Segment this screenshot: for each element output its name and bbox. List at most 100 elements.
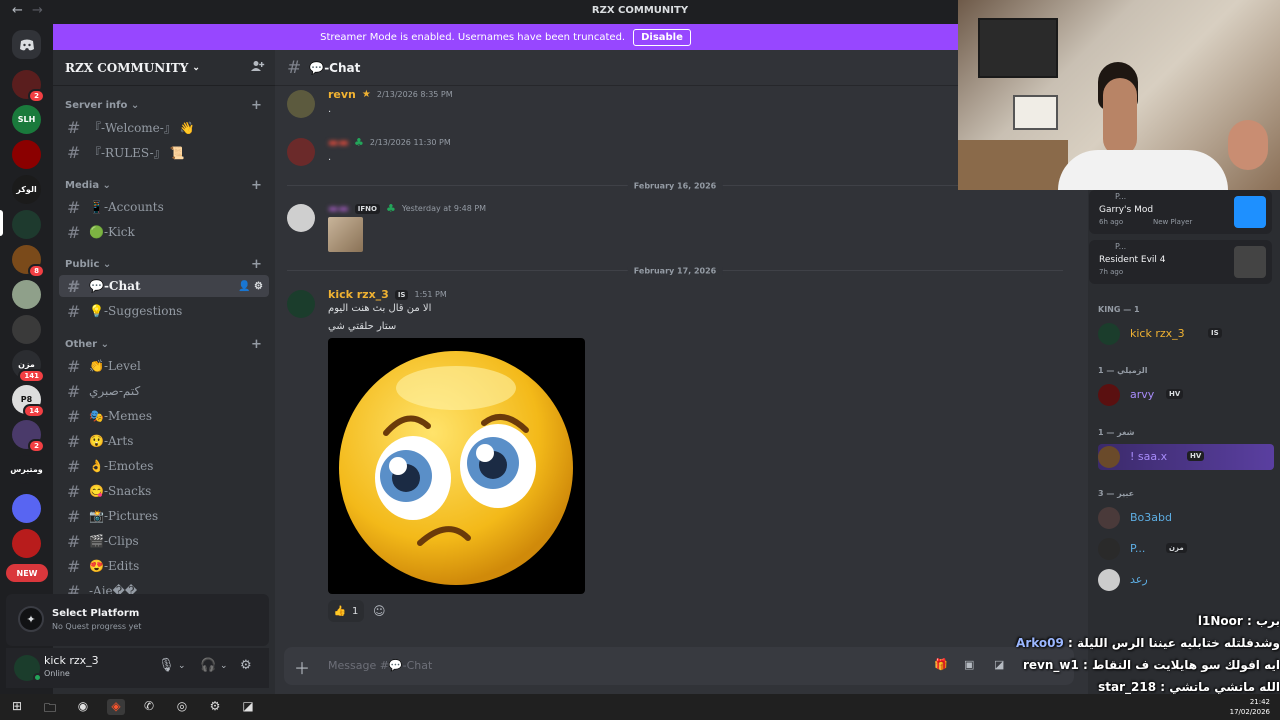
settings-gear-icon[interactable]: ⚙ xyxy=(240,658,252,673)
server-icon[interactable] xyxy=(12,140,41,169)
gift-icon[interactable]: 🎁 xyxy=(934,658,948,671)
channel-settings-icon[interactable]: 👤 ⚙ xyxy=(238,281,263,292)
server-icon[interactable]: P8 14 xyxy=(12,385,45,418)
microphone-icon[interactable]: 🎙 xyxy=(158,658,175,673)
server-icon[interactable] xyxy=(12,315,41,344)
create-channel-icon[interactable]: + xyxy=(251,257,262,272)
chevron-down-icon: ⌄ xyxy=(192,62,200,73)
server-icon[interactable] xyxy=(12,529,41,558)
avatar[interactable] xyxy=(287,138,315,166)
server-icon[interactable]: 2 xyxy=(12,70,45,103)
file-explorer-icon[interactable]: 🗀 xyxy=(41,699,59,715)
disable-button[interactable]: Disable xyxy=(633,28,691,46)
member-avatar[interactable] xyxy=(1098,507,1120,529)
chrome-icon[interactable]: ◉ xyxy=(74,699,92,715)
server-icon[interactable]: NEW xyxy=(6,564,48,582)
sticker-icon[interactable]: ◪ xyxy=(994,658,1004,671)
message-line: الا من قال بث هنت اليوم xyxy=(328,303,432,314)
server-icon[interactable] xyxy=(12,280,41,309)
server-icon[interactable]: ومتبرس xyxy=(10,455,43,484)
app-icon[interactable]: ◪ xyxy=(239,699,257,715)
server-icon[interactable]: SLH xyxy=(12,105,41,134)
channel-item[interactable]: # 『-RULES-』 📜 xyxy=(59,141,269,163)
member-avatar[interactable] xyxy=(1098,384,1120,406)
message-author-hidden[interactable]: ▬▬ xyxy=(328,136,349,149)
server-header[interactable]: RZX COMMUNITY ⌄ xyxy=(53,50,275,86)
avatar[interactable] xyxy=(287,204,315,232)
server-icon[interactable] xyxy=(12,210,41,239)
member-avatar[interactable] xyxy=(1098,323,1120,345)
message-composer[interactable]: ＋ Message #💬-Chat 🎁 ▣ ◪ xyxy=(284,647,1074,685)
avatar[interactable] xyxy=(287,290,315,318)
channel-category[interactable]: Media ⌄ + xyxy=(65,178,262,193)
discord-home-icon[interactable] xyxy=(12,30,41,59)
pleading-face-emoji-image[interactable] xyxy=(328,338,585,594)
steam-icon[interactable]: ⚙ xyxy=(206,699,224,715)
server-icon[interactable]: 2 xyxy=(12,420,45,453)
invite-people-icon[interactable] xyxy=(251,60,265,76)
channel-item[interactable]: # 👏-Level xyxy=(59,355,269,377)
channel-item[interactable]: # 🎬-Clips xyxy=(59,530,269,552)
member-avatar[interactable] xyxy=(1098,538,1120,560)
member-avatar[interactable] xyxy=(1098,446,1120,468)
message-author-hidden[interactable]: ▬▬ xyxy=(328,202,349,215)
channel-category[interactable]: Other ⌄ + xyxy=(65,337,262,352)
server-icon[interactable]: مزن 141 xyxy=(12,350,45,383)
reaction-thumbs-up[interactable]: 👍 1 xyxy=(328,600,364,622)
channel-item[interactable]: # 📸-Pictures xyxy=(59,505,269,527)
member-item[interactable]: Bo3abd xyxy=(1098,505,1274,531)
member-item[interactable]: P... مزن xyxy=(1098,536,1274,562)
message-content: . xyxy=(328,104,332,115)
gif-icon[interactable]: ▣ xyxy=(964,658,974,671)
channel-category[interactable]: Server info ⌄ + xyxy=(65,98,262,113)
channel-item[interactable]: # 📱-Accounts xyxy=(59,196,269,218)
date-divider-label: February 16, 2026 xyxy=(627,181,723,191)
mention-badge: 8 xyxy=(28,264,45,278)
channel-item[interactable]: # 😍-Edits xyxy=(59,555,269,577)
channel-item[interactable]: # 『-Welcome-』 👋 xyxy=(59,116,269,138)
quest-panel[interactable]: ✦ Select Platform No Quest progress yet xyxy=(6,594,269,646)
activity-card[interactable]: P... Resident Evil 4 7h ago xyxy=(1089,240,1272,284)
add-reaction-icon[interactable]: ☺ xyxy=(373,604,386,618)
mic-options-chevron-icon[interactable]: ⌄ xyxy=(178,661,186,671)
channel-name: 💬-Chat xyxy=(89,279,141,293)
channel-item[interactable]: # 💬-Chat 👤 ⚙ xyxy=(59,275,269,297)
server-icon[interactable] xyxy=(12,494,41,523)
avatar[interactable] xyxy=(287,90,315,118)
member-item[interactable]: kick rzx_3 IS xyxy=(1098,321,1274,347)
add-attachment-icon[interactable]: ＋ xyxy=(294,655,310,679)
member-name: Bo3abd xyxy=(1130,511,1172,524)
image-attachment-thumbnail[interactable] xyxy=(328,217,363,252)
whatsapp-icon[interactable]: ✆ xyxy=(140,699,158,715)
channel-item[interactable]: # 😋-Snacks xyxy=(59,480,269,502)
headphones-icon[interactable]: 🎧 xyxy=(200,658,216,673)
category-name: Public xyxy=(65,259,100,270)
system-clock[interactable]: 21:42 17/02/2026 xyxy=(1230,697,1270,717)
channel-item[interactable]: # كتم-صبري xyxy=(59,380,269,402)
channel-item[interactable]: # 😲-Arts xyxy=(59,430,269,452)
server-icon[interactable]: 8 xyxy=(12,245,45,278)
channel-item[interactable]: # 👌-Emotes xyxy=(59,455,269,477)
windows-taskbar: ⊞ 🗀 ◉ ◈ ✆ ◎ ⚙ ◪ 21:42 17/02/2026 xyxy=(0,694,1280,720)
message-author[interactable]: kick rzx_3 xyxy=(328,288,389,301)
create-channel-icon[interactable]: + xyxy=(251,337,262,352)
channel-item[interactable]: # 💡-Suggestions xyxy=(59,300,269,322)
member-item[interactable]: رعد xyxy=(1098,567,1274,593)
server-icon[interactable]: الوكر xyxy=(12,175,41,204)
member-item[interactable]: ! saa.x HV xyxy=(1098,444,1274,470)
channel-category[interactable]: Public ⌄ + xyxy=(65,257,262,272)
create-channel-icon[interactable]: + xyxy=(251,178,262,193)
message-author[interactable]: revn xyxy=(328,88,356,101)
message-input[interactable]: Message #💬-Chat xyxy=(328,659,432,672)
activity-card[interactable]: P... Garry's Mod 6h ago New Player xyxy=(1089,190,1272,234)
create-channel-icon[interactable]: + xyxy=(251,98,262,113)
brave-icon[interactable]: ◈ xyxy=(107,699,125,715)
channel-name: 💡-Suggestions xyxy=(89,304,183,318)
windows-icon[interactable]: ⊞ xyxy=(8,699,26,715)
channel-item[interactable]: # 🟢-Kick xyxy=(59,221,269,243)
channel-item[interactable]: # 🎭-Memes xyxy=(59,405,269,427)
audio-options-chevron-icon[interactable]: ⌄ xyxy=(220,661,228,671)
member-avatar[interactable] xyxy=(1098,569,1120,591)
discord-icon[interactable]: ◎ xyxy=(173,699,191,715)
member-item[interactable]: arvy HV xyxy=(1098,382,1274,408)
